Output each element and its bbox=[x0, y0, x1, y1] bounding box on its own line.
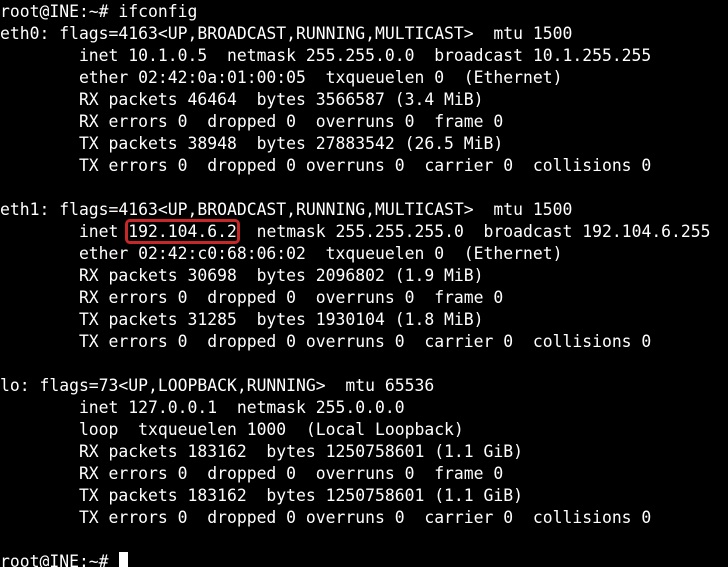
eth1-inet-prefix: inet bbox=[0, 222, 129, 241]
lo-flags-line: lo: flags=73<UP,LOOPBACK,RUNNING> mtu 65… bbox=[0, 376, 435, 395]
lo-loop-line: loop txqueuelen 1000 (Local Loopback) bbox=[0, 420, 464, 439]
eth0-rx-packets-line: RX packets 46464 bytes 3566587 (3.4 MiB) bbox=[0, 90, 484, 109]
command-line: root@INE:~# ifconfig bbox=[0, 1, 728, 23]
shell-prompt: root@INE:~# bbox=[0, 552, 119, 567]
eth1-tx-errors-line: TX errors 0 dropped 0 overruns 0 carrier… bbox=[0, 332, 652, 351]
lo-inet-line: inet 127.0.0.1 netmask 255.0.0.0 bbox=[0, 398, 405, 417]
eth1-rx-errors-line: RX errors 0 dropped 0 overruns 0 frame 0 bbox=[0, 288, 504, 307]
eth0-ether-line: ether 02:42:0a:01:00:05 txqueuelen 0 (Et… bbox=[0, 68, 563, 87]
terminal-window[interactable]: root@INE:~# ifconfig eth0: flags=4163<UP… bbox=[0, 0, 728, 567]
eth1-flags-line: eth1: flags=4163<UP,BROADCAST,RUNNING,MU… bbox=[0, 200, 573, 219]
text-cursor bbox=[119, 552, 129, 567]
lo-tx-errors-line: TX errors 0 dropped 0 overruns 0 carrier… bbox=[0, 508, 652, 527]
eth0-rx-errors-line: RX errors 0 dropped 0 overruns 0 frame 0 bbox=[0, 112, 504, 131]
eth0-inet-line: inet 10.1.0.5 netmask 255.255.0.0 broadc… bbox=[0, 46, 652, 65]
eth1-inet-line: inet 192.104.6.2 netmask 255.255.255.0 b… bbox=[0, 219, 728, 244]
lo-rx-packets-line: RX packets 183162 bytes 1250758601 (1.1 … bbox=[0, 442, 524, 461]
eth1-tx-packets-line: TX packets 31285 bytes 1930104 (1.8 MiB) bbox=[0, 310, 484, 329]
eth1-ether-line: ether 02:42:c0:68:06:02 txqueuelen 0 (Et… bbox=[0, 244, 563, 263]
eth0-tx-packets-line: TX packets 38948 bytes 27883542 (26.5 Mi… bbox=[0, 134, 504, 153]
command-text: ifconfig bbox=[118, 2, 198, 21]
lo-tx-packets-line: TX packets 183162 bytes 1250758601 (1.1 … bbox=[0, 486, 524, 505]
eth0-flags-line: eth0: flags=4163<UP,BROADCAST,RUNNING,MU… bbox=[0, 24, 573, 43]
active-prompt-line[interactable]: root@INE:~# bbox=[0, 551, 728, 567]
eth1-inet-suffix: netmask 255.255.255.0 broadcast 192.104.… bbox=[236, 222, 711, 241]
shell-prompt: root@INE:~# bbox=[0, 2, 119, 21]
eth1-rx-packets-line: RX packets 30698 bytes 2096802 (1.9 MiB) bbox=[0, 266, 484, 285]
eth0-tx-errors-line: TX errors 0 dropped 0 overruns 0 carrier… bbox=[0, 156, 652, 175]
eth1-ip-address-highlight: 192.104.6.2 bbox=[125, 219, 240, 244]
lo-rx-errors-line: RX errors 0 dropped 0 overruns 0 frame 0 bbox=[0, 464, 504, 483]
